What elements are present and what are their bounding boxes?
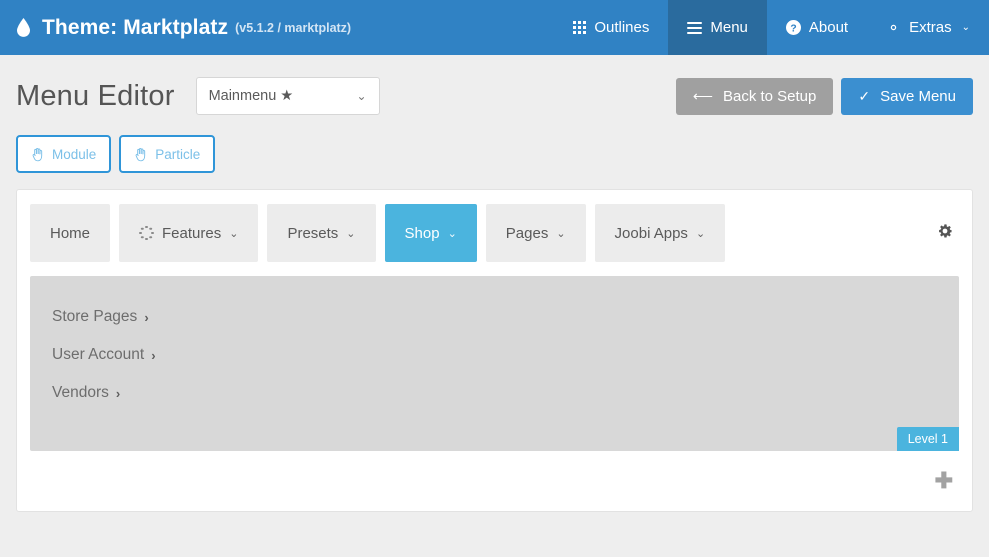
- submenu-drop-area[interactable]: Store Pages › User Account › Vendors › L…: [30, 276, 959, 451]
- gear-icon: [886, 20, 901, 35]
- source-buttons-row: Module Particle: [16, 131, 973, 189]
- svg-text:?: ?: [790, 23, 796, 34]
- chevron-down-icon: ⌄: [447, 227, 457, 240]
- level-badge: Level 1: [896, 427, 959, 451]
- check-icon: ✓: [858, 88, 871, 104]
- menu-tab-joobi-apps[interactable]: Joobi Apps ⌄: [594, 204, 726, 262]
- chevron-right-icon: ›: [151, 347, 156, 363]
- menu-tab-shop[interactable]: Shop ⌄: [384, 204, 477, 262]
- app-version: (v5.1.2 / marktplatz): [235, 20, 352, 35]
- add-module-button[interactable]: Module: [16, 135, 112, 173]
- submenu-item-user-account-label: User Account: [52, 346, 145, 363]
- nav-label-extras: Extras: [909, 19, 952, 36]
- brand: Theme: Marktplatz (v5.1.2 / marktplatz): [0, 0, 554, 55]
- menu-tab-shop-label: Shop: [404, 224, 440, 242]
- spinner-icon: [139, 225, 154, 241]
- save-menu-label: Save Menu: [880, 87, 956, 105]
- hand-icon: [134, 147, 148, 162]
- question-circle-icon: ?: [785, 20, 801, 35]
- gear-icon: [937, 223, 953, 243]
- nav-label-about: About: [808, 19, 849, 36]
- submenu-item-vendors-label: Vendors: [52, 384, 109, 401]
- page-header-row: Menu Editor Mainmenu ★ ⌄ ⟵ Back to Setup…: [16, 55, 973, 131]
- menu-tab-presets-label: Presets: [287, 224, 339, 242]
- arrow-left-icon: ⟵: [692, 88, 713, 104]
- menu-tab-features-label: Features: [162, 224, 222, 242]
- menu-tab-pages-label: Pages: [505, 224, 549, 242]
- add-menu-item-button[interactable]: ✚: [935, 470, 953, 492]
- menu-tab-features[interactable]: Features ⌄: [119, 204, 259, 262]
- save-menu-button[interactable]: ✓ Save Menu: [841, 77, 973, 115]
- chevron-down-icon: ⌄: [229, 227, 239, 240]
- back-to-setup-button[interactable]: ⟵ Back to Setup: [675, 77, 834, 115]
- menu-tab-presets[interactable]: Presets ⌄: [267, 204, 376, 262]
- add-particle-label: Particle: [155, 146, 201, 162]
- submenu-item-store-pages-label: Store Pages: [52, 308, 138, 325]
- nav-item-about[interactable]: ? About: [767, 0, 867, 55]
- menu-tab-pages[interactable]: Pages ⌄: [485, 204, 586, 262]
- chevron-right-icon: ›: [144, 309, 149, 325]
- chevron-down-icon: ⌄: [346, 227, 356, 240]
- menu-tab-home[interactable]: Home: [30, 204, 111, 262]
- menu-tab-home-label: Home: [50, 224, 91, 242]
- nav-label-menu: Menu: [710, 19, 748, 36]
- menu-tabs-row: Home Features ⌄ Presets ⌄ Shop ⌄ Pages ⌄…: [17, 190, 972, 276]
- menu-selector[interactable]: Mainmenu ★ ⌄: [195, 77, 380, 115]
- nav-item-outlines[interactable]: Outlines: [554, 0, 668, 55]
- nav-item-extras[interactable]: Extras ⌄: [867, 0, 989, 55]
- top-bar: Theme: Marktplatz (v5.1.2 / marktplatz) …: [0, 0, 989, 55]
- nav-label-outlines: Outlines: [594, 19, 650, 36]
- chevron-down-icon: ⌄: [556, 227, 566, 240]
- hamburger-icon: [687, 21, 703, 34]
- submenu-item-vendors[interactable]: Vendors ›: [52, 374, 120, 412]
- page-body: Menu Editor Mainmenu ★ ⌄ ⟵ Back to Setup…: [0, 55, 989, 512]
- menu-builder-panel: Home Features ⌄ Presets ⌄ Shop ⌄ Pages ⌄…: [16, 189, 973, 512]
- add-particle-button[interactable]: Particle: [119, 135, 216, 173]
- grid-icon: [573, 21, 587, 34]
- chevron-right-icon: ›: [115, 385, 121, 401]
- menu-selector-value: Mainmenu ★: [208, 88, 294, 104]
- back-to-setup-label: Back to Setup: [722, 87, 817, 105]
- app-title: Theme: Marktplatz: [42, 15, 229, 39]
- chevron-down-icon: ⌄: [695, 227, 706, 240]
- add-item-row: ✚: [17, 451, 972, 511]
- chevron-down-icon: ⌄: [961, 22, 970, 33]
- water-drop-icon: [17, 18, 30, 37]
- submenu-item-user-account[interactable]: User Account ›: [52, 336, 156, 374]
- top-nav: Outlines Menu ? About Extras ⌄: [554, 0, 989, 55]
- add-module-label: Module: [52, 146, 97, 162]
- menu-settings-button[interactable]: [931, 223, 959, 243]
- menu-tab-joobi-apps-label: Joobi Apps: [614, 224, 688, 242]
- page-title: Menu Editor: [16, 79, 175, 112]
- chevron-down-icon: ⌄: [356, 89, 367, 103]
- submenu-item-store-pages[interactable]: Store Pages ›: [52, 298, 149, 336]
- nav-item-menu[interactable]: Menu: [668, 0, 767, 55]
- hand-icon: [31, 147, 45, 162]
